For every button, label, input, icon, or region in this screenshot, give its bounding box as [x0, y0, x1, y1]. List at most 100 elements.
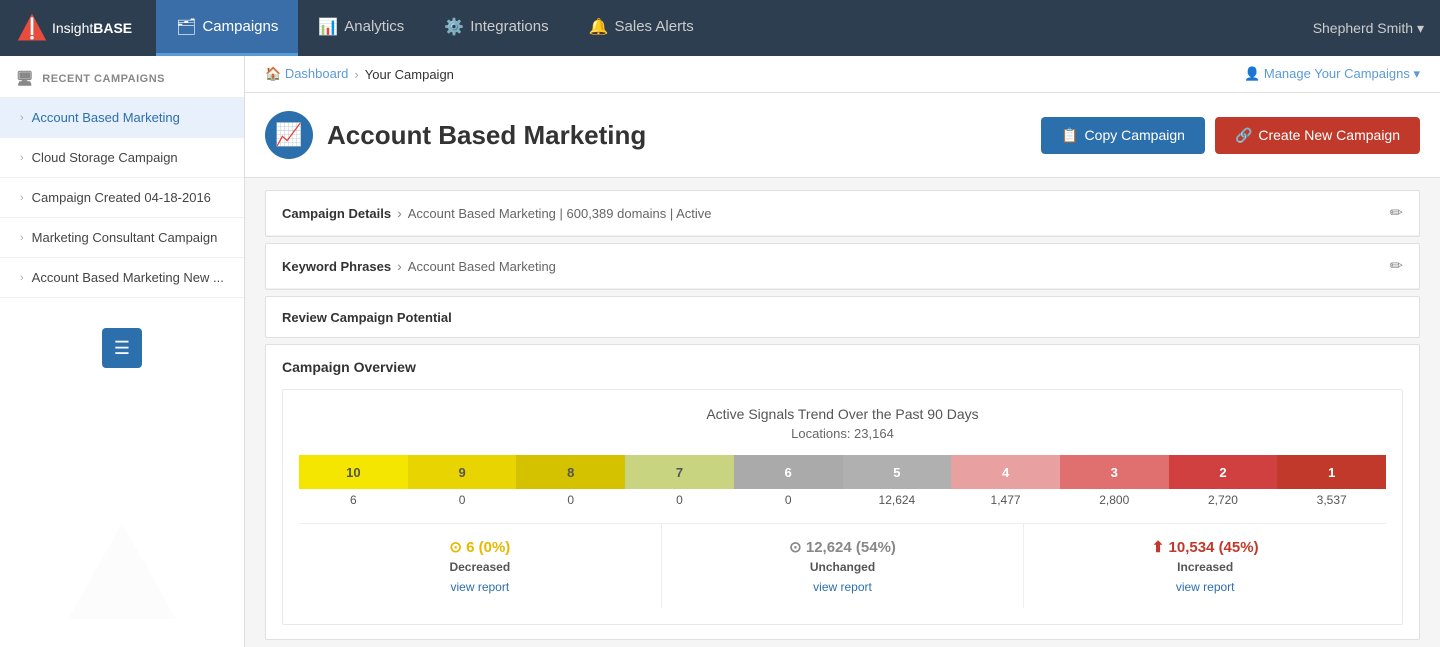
nav-tab-sales-alerts[interactable]: 🔔 Sales Alerts	[569, 0, 714, 56]
sidebar-item-cloud-label: Cloud Storage Campaign	[32, 150, 178, 165]
chart-subtitle: Locations: 23,164	[299, 426, 1386, 441]
val-3: 2,800	[1060, 489, 1169, 507]
campaign-details-arrow: ›	[397, 205, 402, 221]
nav-tab-integrations-label: Integrations	[470, 18, 548, 35]
create-campaign-button[interactable]: 🔗 Create New Campaign	[1215, 117, 1420, 154]
bar-1: 1	[1277, 455, 1386, 489]
overview-title: Campaign Overview	[282, 359, 1403, 375]
bar-10: 10	[299, 455, 408, 489]
sidebar-toggle-button[interactable]: ☰	[102, 328, 142, 368]
chevron-icon-cloud: ›	[20, 152, 24, 164]
campaign-header: 📈 Account Based Marketing 📋 Copy Campaig…	[245, 93, 1440, 178]
integrations-icon: ⚙️	[444, 17, 464, 37]
sidebar-section-title: 🖥 RECENT CAMPAIGNS	[0, 56, 244, 98]
campaign-overview-section: Campaign Overview Active Signals Trend O…	[265, 344, 1420, 640]
bar-7: 7	[625, 455, 734, 489]
campaign-details-section: Campaign Details › Account Based Marketi…	[265, 190, 1420, 237]
nav-tab-campaigns-label: Campaigns	[202, 18, 278, 35]
bar-2: 2	[1169, 455, 1278, 489]
campaign-details-value: Account Based Marketing | 600,389 domain…	[408, 206, 712, 221]
chart-container: Active Signals Trend Over the Past 90 Da…	[282, 389, 1403, 625]
review-section: Review Campaign Potential	[265, 296, 1420, 338]
keyword-phrases-edit-icon[interactable]: ✏	[1390, 256, 1403, 276]
val-5: 12,624	[843, 489, 952, 507]
campaign-icon: 📈	[265, 111, 313, 159]
bar-3: 3	[1060, 455, 1169, 489]
sidebar-item-cloud[interactable]: › Cloud Storage Campaign	[0, 138, 244, 178]
logo-insight-text: Insight	[52, 20, 93, 36]
chevron-icon-abm-new: ›	[20, 272, 24, 284]
val-8: 0	[516, 489, 625, 507]
chevron-icon-created: ›	[20, 192, 24, 204]
bar-9: 9	[408, 455, 517, 489]
stat-unchanged-number: ⊙ 12,624 (54%)	[674, 538, 1012, 556]
campaign-details-title: Campaign Details	[282, 206, 391, 221]
header: Insight BASE 🗂 Campaigns 📊 Analytics ⚙️ …	[0, 0, 1440, 56]
campaign-details-header: Campaign Details › Account Based Marketi…	[266, 191, 1419, 236]
stat-decreased: ⊙ 6 (0%) Decreased view report	[299, 524, 662, 608]
layout: 🖥 RECENT CAMPAIGNS › Account Based Marke…	[0, 56, 1440, 647]
copy-campaign-label: Copy Campaign	[1085, 127, 1185, 143]
stat-decreased-number: ⊙ 6 (0%)	[311, 538, 649, 556]
val-9: 0	[408, 489, 517, 507]
nav-tab-campaigns[interactable]: 🗂 Campaigns	[156, 0, 298, 56]
analytics-icon: 📊	[318, 17, 338, 37]
campaigns-icon: 🗂	[176, 17, 196, 37]
sidebar-watermark	[0, 517, 244, 637]
value-row: 6 0 0 0 0 12,624 1,477 2,800 2,720 3,537	[299, 489, 1386, 507]
copy-campaign-button[interactable]: 📋 Copy Campaign	[1041, 117, 1205, 154]
val-4: 1,477	[951, 489, 1060, 507]
val-10: 6	[299, 489, 408, 507]
sales-alerts-icon: 🔔	[589, 17, 609, 37]
review-title: Review Campaign Potential	[282, 310, 452, 325]
breadcrumb-current: Your Campaign	[365, 67, 454, 82]
keyword-phrases-section: Keyword Phrases › Account Based Marketin…	[265, 243, 1420, 290]
stat-unchanged: ⊙ 12,624 (54%) Unchanged view report	[662, 524, 1025, 608]
nav-tab-analytics[interactable]: 📊 Analytics	[298, 0, 424, 56]
keyword-phrases-arrow: ›	[397, 258, 402, 274]
stat-increased-link[interactable]: view report	[1176, 580, 1235, 594]
chevron-icon-abm: ›	[20, 112, 24, 124]
create-campaign-label: Create New Campaign	[1258, 127, 1400, 143]
monitor-icon: 🖥	[16, 70, 34, 87]
stat-increased: ⬆ 10,534 (45%) Increased view report	[1024, 524, 1386, 608]
stat-decreased-label: Decreased	[311, 560, 649, 574]
create-icon: 🔗	[1235, 127, 1252, 144]
stat-increased-label: Increased	[1036, 560, 1374, 574]
stat-increased-number: ⬆ 10,534 (45%)	[1036, 538, 1374, 556]
sidebar-item-abm-new[interactable]: › Account Based Marketing New ...	[0, 258, 244, 298]
breadcrumb: 🏠 Dashboard › Your Campaign 👤 Manage You…	[245, 56, 1440, 93]
sidebar-item-abm[interactable]: › Account Based Marketing	[0, 98, 244, 138]
nav-tab-sales-alerts-label: Sales Alerts	[615, 18, 694, 35]
campaign-title: Account Based Marketing	[327, 120, 1041, 151]
sidebar-item-mc-label: Marketing Consultant Campaign	[32, 230, 218, 245]
val-6: 0	[734, 489, 843, 507]
main-content: 🏠 Dashboard › Your Campaign 👤 Manage You…	[245, 56, 1440, 647]
keyword-phrases-value: Account Based Marketing	[408, 259, 556, 274]
nav-tab-analytics-label: Analytics	[344, 18, 404, 35]
sidebar-item-created-label: Campaign Created 04-18-2016	[32, 190, 211, 205]
logo-icon	[16, 12, 48, 44]
stat-unchanged-label: Unchanged	[674, 560, 1012, 574]
nav-tab-integrations[interactable]: ⚙️ Integrations	[424, 0, 568, 56]
bar-8: 8	[516, 455, 625, 489]
sidebar: 🖥 RECENT CAMPAIGNS › Account Based Marke…	[0, 56, 245, 647]
sidebar-item-created[interactable]: › Campaign Created 04-18-2016	[0, 178, 244, 218]
manage-campaigns-link[interactable]: 👤 Manage Your Campaigns ▾	[1244, 66, 1420, 82]
sidebar-item-abm-label: Account Based Marketing	[32, 110, 180, 125]
stat-unchanged-link[interactable]: view report	[813, 580, 872, 594]
chart-title: Active Signals Trend Over the Past 90 Da…	[299, 406, 1386, 422]
user-menu[interactable]: Shepherd Smith ▾	[1313, 20, 1424, 37]
bar-4: 4	[951, 455, 1060, 489]
val-2: 2,720	[1169, 489, 1278, 507]
keyword-phrases-header: Keyword Phrases › Account Based Marketin…	[266, 244, 1419, 289]
stat-decreased-link[interactable]: view report	[450, 580, 509, 594]
keyword-phrases-title: Keyword Phrases	[282, 259, 391, 274]
val-7: 0	[625, 489, 734, 507]
sidebar-item-marketing-consultant[interactable]: › Marketing Consultant Campaign	[0, 218, 244, 258]
val-1: 3,537	[1277, 489, 1386, 507]
breadcrumb-home[interactable]: 🏠 Dashboard	[265, 66, 348, 82]
campaign-details-edit-icon[interactable]: ✏	[1390, 203, 1403, 223]
bar-5: 5	[843, 455, 952, 489]
chevron-icon-mc: ›	[20, 232, 24, 244]
